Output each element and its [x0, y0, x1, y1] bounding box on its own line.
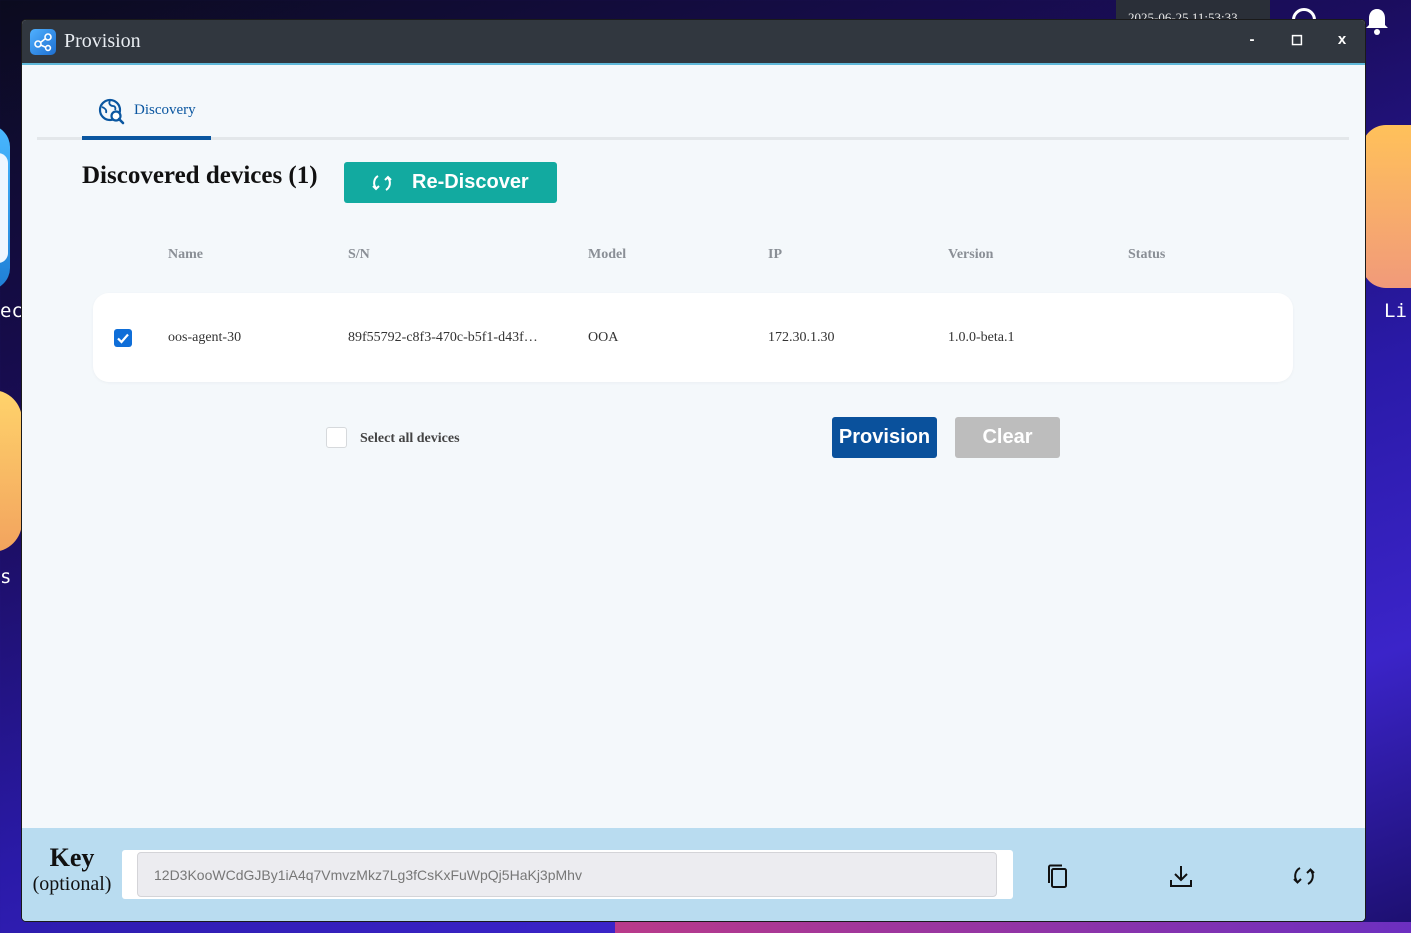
key-input-wrapper: [122, 850, 1013, 899]
key-footer: Key (optional): [22, 828, 1365, 921]
globe-search-icon: [98, 98, 126, 126]
rediscover-label: Re-Discover: [412, 171, 529, 193]
tab-discovery[interactable]: Discovery: [82, 84, 211, 140]
key-title: Key: [49, 843, 95, 872]
desktop-clock: 2025-06-25 11:53:33: [1116, 0, 1270, 22]
select-all-label[interactable]: Select all devices: [360, 431, 460, 447]
rediscover-button[interactable]: Re-Discover: [344, 162, 557, 203]
notification-bell-icon[interactable]: [1362, 6, 1392, 36]
column-header-version: Version: [948, 247, 994, 262]
device-ip: 172.30.1.30: [768, 330, 835, 345]
provision-app-icon: [30, 29, 56, 55]
checkmark-icon: [117, 333, 129, 344]
provision-window: Provision - ◻ x Discovery Discovered dev…: [22, 20, 1365, 921]
download-icon[interactable]: [1167, 862, 1195, 890]
clear-button[interactable]: Clear: [955, 417, 1060, 458]
table-row[interactable]: oos-agent-30 89f55792-c8f3-470c-b5f1-d43…: [93, 293, 1293, 382]
tab-discovery-label: Discovery: [134, 102, 196, 118]
desktop-app-icon-left-2[interactable]: [0, 390, 22, 552]
device-sn: 89f55792-c8f3-470c-b5f1-d43f…: [348, 330, 538, 345]
desktop-app-icon-left[interactable]: [0, 125, 10, 290]
minimize-button[interactable]: -: [1237, 28, 1267, 54]
key-optional-note: (optional): [32, 873, 112, 895]
column-header-sn: S/N: [348, 247, 370, 262]
desktop-taskbar-strip: [615, 922, 1411, 933]
desktop-app-label-right: Li: [1384, 300, 1407, 322]
key-label: Key (optional): [22, 844, 122, 896]
device-version: 1.0.0-beta.1: [948, 330, 1015, 345]
desktop-app-icon-right[interactable]: [1362, 125, 1411, 288]
device-name: oos-agent-30: [168, 330, 242, 345]
desktop-app-label-left-2: s: [0, 566, 12, 588]
column-header-ip: IP: [768, 247, 782, 262]
close-button[interactable]: x: [1327, 28, 1357, 54]
device-model: OOA: [588, 330, 619, 345]
copy-icon[interactable]: [1044, 862, 1072, 890]
select-all-checkbox[interactable]: [326, 427, 347, 448]
device-row-checkbox[interactable]: [114, 329, 132, 347]
refresh-icon: [370, 171, 394, 195]
column-header-status: Status: [1128, 247, 1166, 262]
key-input[interactable]: [137, 852, 997, 897]
column-header-name: Name: [168, 247, 203, 262]
maximize-button[interactable]: ◻: [1282, 28, 1312, 54]
provision-button[interactable]: Provision: [832, 417, 937, 458]
discovered-devices-title: Discovered devices (1): [82, 162, 318, 189]
column-header-model: Model: [588, 247, 627, 262]
window-titlebar[interactable]: Provision - ◻ x: [22, 20, 1365, 65]
window-title: Provision: [64, 30, 141, 52]
desktop-app-label-left: ec: [0, 300, 23, 322]
regenerate-key-icon[interactable]: [1290, 862, 1318, 890]
tab-bar: Discovery: [37, 84, 1349, 140]
